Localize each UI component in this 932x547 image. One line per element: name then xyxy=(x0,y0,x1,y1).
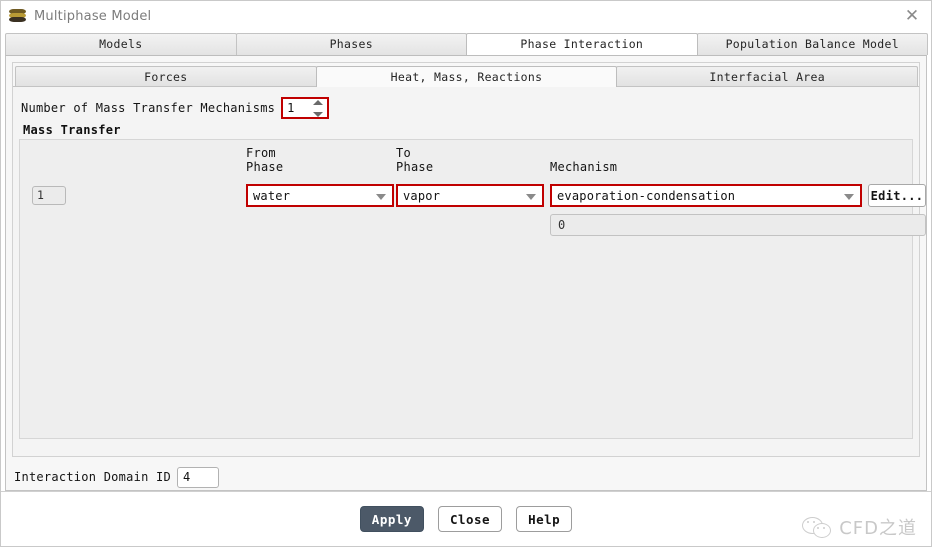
chevron-up-icon[interactable] xyxy=(313,100,324,105)
mechanism-dropdown[interactable]: evaporation-condensation xyxy=(550,184,862,207)
watermark-text: CFD之道 xyxy=(839,518,917,539)
column-header-to-phase: To Phase xyxy=(396,146,434,174)
watermark: CFD之道 xyxy=(802,514,917,540)
chevron-down-icon[interactable] xyxy=(376,193,386,200)
interaction-domain-input[interactable]: 4 xyxy=(176,466,219,488)
mass-transfer-table: From Phase To Phase Mechanism 1 water va… xyxy=(19,139,926,439)
outer-tab-strip: Models Phases Phase Interaction Populati… xyxy=(1,31,931,55)
inner-tab-container: Forces Heat, Mass, Reactions Interfacial… xyxy=(12,62,926,457)
from-phase-value: water xyxy=(253,188,291,203)
window-title: Multiphase Model xyxy=(34,8,152,24)
mass-transfer-group-title: Mass Transfer xyxy=(23,123,121,137)
stepper-arrows[interactable] xyxy=(313,100,324,117)
close-icon[interactable]: ✕ xyxy=(899,4,925,28)
mechanism-value-field[interactable]: 0 xyxy=(550,214,926,236)
column-header-mechanism: Mechanism xyxy=(550,160,618,174)
from-phase-dropdown[interactable]: water xyxy=(246,184,394,207)
column-header-from-phase: From Phase xyxy=(246,146,284,174)
wechat-logo-icon xyxy=(802,516,832,538)
to-phase-dropdown[interactable]: vapor xyxy=(396,184,544,207)
table-row: 1 water vapor evaporation-condensation E… xyxy=(20,184,926,236)
chevron-down-icon[interactable] xyxy=(313,112,324,117)
row-index-cell[interactable]: 1 xyxy=(32,186,66,205)
chevron-down-icon[interactable] xyxy=(526,193,536,200)
mechanism-count-value: 1 xyxy=(287,101,295,115)
phase-interaction-panel: Forces Heat, Mass, Reactions Interfacial… xyxy=(5,55,927,491)
edit-button[interactable]: Edit... xyxy=(868,184,926,207)
to-phase-value: vapor xyxy=(403,188,441,203)
close-button[interactable]: Close xyxy=(437,506,503,532)
tab-models[interactable]: Models xyxy=(5,33,237,55)
mechanism-count-label: Number of Mass Transfer Mechanisms xyxy=(21,101,276,115)
tab-interfacial-area[interactable]: Interfacial Area xyxy=(616,66,919,87)
inner-tab-strip: Forces Heat, Mass, Reactions Interfacial… xyxy=(13,63,919,87)
title-bar: Multiphase Model ✕ xyxy=(1,1,931,31)
interaction-domain-label: Interaction Domain ID xyxy=(14,470,171,484)
tab-heat-mass-reactions[interactable]: Heat, Mass, Reactions xyxy=(315,66,618,87)
heat-mass-reactions-content: Number of Mass Transfer Mechanisms 1 Mas… xyxy=(13,86,926,456)
tab-phase-interaction[interactable]: Phase Interaction xyxy=(466,33,698,55)
multiphase-model-dialog: Multiphase Model ✕ Models Phases Phase I… xyxy=(0,0,932,547)
mechanism-count-stepper[interactable]: 1 xyxy=(281,97,330,119)
tab-phases[interactable]: Phases xyxy=(235,33,467,55)
interaction-domain-row: Interaction Domain ID 4 xyxy=(14,464,926,490)
chevron-down-icon[interactable] xyxy=(844,193,854,200)
multiphase-layers-icon xyxy=(9,8,26,24)
tab-forces[interactable]: Forces xyxy=(15,66,317,87)
help-button[interactable]: Help xyxy=(516,506,573,532)
apply-button[interactable]: Apply xyxy=(359,506,424,532)
mechanism-count-row: Number of Mass Transfer Mechanisms 1 xyxy=(21,97,913,119)
mechanism-value: evaporation-condensation xyxy=(557,188,736,203)
dialog-footer: Apply Close Help CFD之道 xyxy=(1,491,931,546)
tab-population-balance-model[interactable]: Population Balance Model xyxy=(696,33,928,55)
mass-transfer-header-row: From Phase To Phase Mechanism xyxy=(20,146,912,180)
